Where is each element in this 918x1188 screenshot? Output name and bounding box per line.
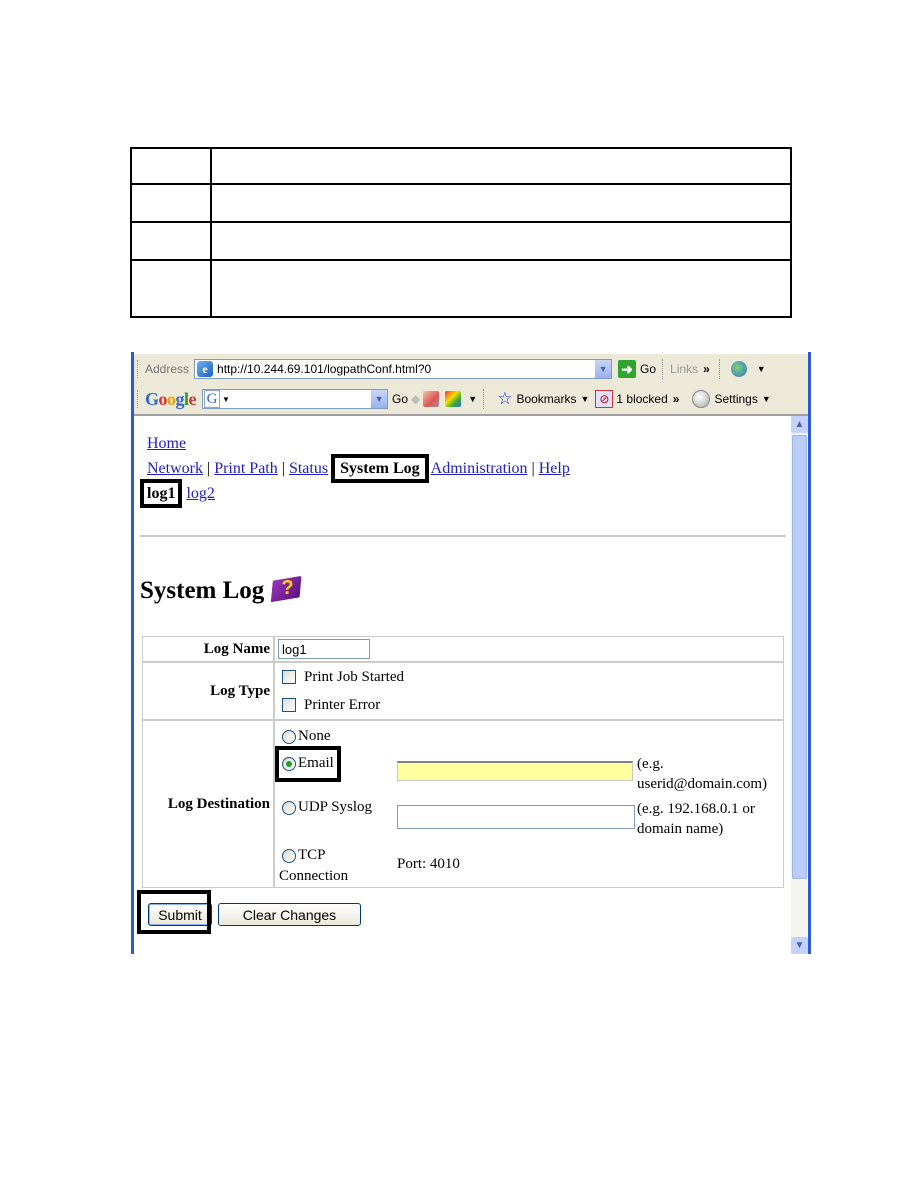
chevron-down-icon[interactable]: ▼	[757, 364, 766, 374]
table-cell	[130, 183, 212, 223]
google-toolbar: Google G ▼ ▼ Go ◆ ▼ ☆ Bookmarks ▼ ⊘ 1 bl…	[134, 384, 808, 416]
chevron-more-icon[interactable]: »	[673, 392, 680, 406]
nav-home[interactable]: Home	[147, 435, 186, 452]
settings-button[interactable]: Settings	[714, 392, 757, 406]
address-input[interactable]: e http://10.244.69.101/logpathConf.html?…	[194, 359, 613, 379]
table-cell	[130, 221, 212, 261]
chevron-down-icon[interactable]: ▼	[468, 394, 477, 404]
clear-changes-button[interactable]: Clear Changes	[218, 903, 361, 926]
star-icon[interactable]: ☆	[497, 389, 512, 409]
nav-help[interactable]: Help	[539, 460, 570, 477]
log-type-label: Log Type	[142, 662, 274, 720]
nav-print-path[interactable]: Print Path	[214, 460, 278, 477]
table-cell	[130, 259, 212, 318]
log-name-input[interactable]	[278, 639, 370, 659]
tcp-label-line2: Connection	[279, 868, 349, 884]
print-job-started-label: Print Job Started	[304, 668, 404, 685]
udp-syslog-label: UDP Syslog	[298, 799, 373, 815]
popup-blocked-icon: ⊘	[595, 390, 614, 408]
chevron-down-icon[interactable]: ▼	[594, 360, 612, 378]
settings-icon[interactable]	[692, 390, 711, 408]
bookmarks-button[interactable]: Bookmarks	[516, 392, 576, 406]
none-label: None	[298, 728, 331, 744]
nav-network[interactable]: Network	[147, 460, 203, 477]
system-log-form: Log Name Log Type Print Job Started Prin…	[142, 636, 784, 888]
printer-error-label: Printer Error	[304, 696, 381, 713]
chevron-down-icon[interactable]: ▼	[370, 390, 388, 408]
google-go-button[interactable]: Go	[392, 392, 408, 406]
blocked-count[interactable]: 1 blocked	[616, 392, 667, 406]
page-title: System Log ?	[140, 575, 304, 607]
chevron-down-icon[interactable]: ▼	[762, 394, 771, 404]
ie-page-icon: e	[197, 361, 214, 377]
toolbar-separator	[662, 359, 664, 379]
print-job-started-checkbox[interactable]	[282, 670, 296, 684]
toolbar-grip[interactable]	[137, 390, 141, 408]
tcp-port: Port: 4010	[397, 856, 460, 872]
window-frame-right	[808, 352, 811, 954]
tcp-label: TCP	[298, 847, 326, 863]
messenger-icon[interactable]	[730, 361, 747, 377]
table-cell	[210, 147, 792, 185]
none-radio[interactable]	[282, 729, 296, 744]
nav-status[interactable]: Status	[289, 460, 328, 477]
scrollbar-thumb[interactable]	[792, 435, 807, 879]
udp-hint: (e.g. 192.168.0.1 or domain name)	[637, 801, 755, 837]
browser-window: Address e http://10.244.69.101/logpathCo…	[131, 352, 811, 954]
chevron-down-icon[interactable]: ▼	[580, 394, 589, 404]
nav-administration[interactable]: Administration	[431, 460, 528, 477]
table-cell	[210, 183, 792, 223]
form-buttons: Submit Clear Changes	[137, 890, 361, 934]
subnav-log2[interactable]: log2	[186, 485, 214, 502]
help-book-icon[interactable]: ?	[270, 575, 304, 607]
go-button[interactable]: ➜ Go	[618, 360, 656, 378]
scroll-down-icon[interactable]: ▼	[791, 937, 808, 954]
scroll-up-icon[interactable]: ▲	[791, 416, 808, 433]
go-label: Go	[640, 362, 657, 376]
email-input[interactable]	[397, 761, 633, 781]
toolbar-grip[interactable]	[137, 360, 141, 378]
news-icon[interactable]	[423, 391, 440, 407]
log-name-label: Log Name	[142, 636, 274, 662]
table-cell	[210, 259, 792, 318]
log-destination-label: Log Destination	[142, 720, 274, 888]
email-hint: (e.g. userid@domain.com)	[637, 756, 768, 792]
nav-system-log-current: System Log	[331, 454, 429, 483]
chevron-more-icon[interactable]: »	[703, 362, 710, 376]
address-label: Address	[145, 362, 190, 376]
google-search-input[interactable]: G ▼ ▼	[202, 389, 389, 409]
arrow-right-icon: ➜	[618, 360, 637, 378]
google-logo[interactable]: Google	[145, 389, 197, 410]
table-cell	[130, 147, 212, 185]
email-radio[interactable]	[282, 756, 296, 771]
page-content: Home Network | Print Path | Status System Log…	[134, 418, 786, 954]
printer-error-checkbox[interactable]	[282, 698, 296, 712]
empty-document-table	[130, 147, 792, 318]
udp-syslog-radio[interactable]	[282, 800, 296, 815]
puzzle-icon[interactable]	[445, 391, 462, 407]
toolbar-separator	[483, 389, 485, 409]
navigation: Home Network | Print Path | Status System Log…	[140, 433, 570, 508]
email-label: Email	[298, 755, 334, 771]
udp-syslog-input[interactable]	[397, 805, 635, 829]
toolbar-separator	[718, 359, 721, 379]
google-g-icon[interactable]: G	[204, 390, 221, 408]
subnav-log1-current: log1	[140, 479, 183, 508]
table-cell	[210, 221, 792, 261]
chevron-down-icon[interactable]: ▼	[222, 395, 370, 404]
tcp-connection-radio[interactable]	[282, 848, 296, 863]
links-button[interactable]: Links	[670, 362, 698, 376]
dots-icon: ◆	[411, 392, 421, 406]
address-bar: Address e http://10.244.69.101/logpathCo…	[134, 354, 808, 385]
url-text[interactable]: http://10.244.69.101/logpathConf.html?0	[217, 362, 594, 376]
submit-highlight-box	[137, 890, 211, 934]
divider	[140, 535, 786, 537]
vertical-scrollbar[interactable]: ▲ ▼	[791, 416, 808, 954]
